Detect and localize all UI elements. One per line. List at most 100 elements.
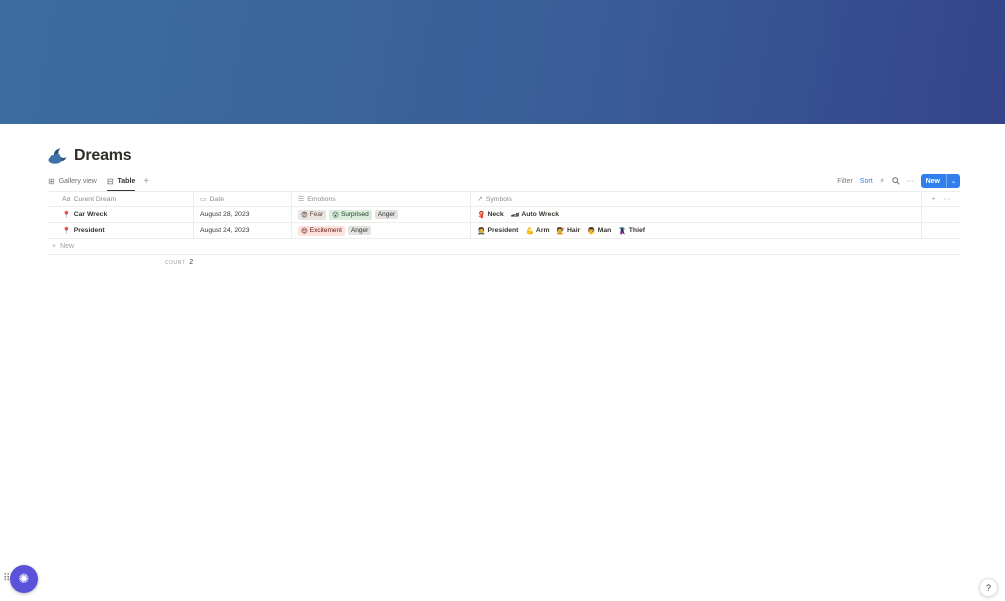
- table-row[interactable]: 📍 Car Wreck August 28, 2023 😨 Fear 😮 Sur…: [48, 207, 960, 223]
- column-header-symbols[interactable]: ↗ Symbols: [471, 192, 922, 206]
- view-bar: ⊞ Gallery view ⊟ Table + Filter Sort ⚡ ·…: [48, 172, 960, 191]
- column-calculation[interactable]: COUNT 2: [165, 259, 193, 266]
- empty-cell[interactable]: [922, 223, 960, 238]
- symbol-label: Man: [597, 227, 612, 234]
- emotions-cell[interactable]: 😄 Excitement Anger: [292, 223, 471, 238]
- emotion-tag-label: Excitement: [309, 227, 342, 234]
- moon-cloud-icon[interactable]: [48, 146, 68, 166]
- dream-name[interactable]: President: [74, 227, 105, 234]
- empty-cell[interactable]: [922, 207, 960, 222]
- tab-gallery-view[interactable]: ⊞ Gallery view: [48, 172, 97, 191]
- pushpin-icon: 📍: [62, 227, 71, 235]
- page-cover[interactable]: [0, 0, 1005, 124]
- dream-date: August 24, 2023: [200, 227, 250, 234]
- column-label: Symbols: [485, 195, 512, 203]
- emotion-tag-label: Anger: [377, 211, 396, 218]
- symbol-link[interactable]: 💇 Hair: [557, 227, 581, 235]
- more-options-icon[interactable]: ···: [907, 178, 914, 185]
- emotion-tag[interactable]: 😨 Fear: [298, 209, 327, 220]
- symbol-link[interactable]: 👨 Man: [587, 227, 611, 235]
- emotion-tag[interactable]: 😮 Surprised: [329, 209, 372, 220]
- page-title[interactable]: Dreams: [74, 147, 132, 165]
- column-header-date[interactable]: ▭ Date: [194, 192, 292, 206]
- new-button[interactable]: New ⌄: [920, 174, 960, 188]
- column-header-emotions[interactable]: ☰ Emotions: [292, 192, 471, 206]
- symbol-label: Thief: [628, 227, 646, 234]
- emotion-tag[interactable]: Anger: [374, 210, 399, 219]
- automation-icon[interactable]: ⚡: [880, 177, 885, 185]
- grinning-face-icon: 😄: [301, 227, 308, 235]
- symbol-label: Arm: [535, 227, 550, 234]
- symbol-link[interactable]: 🏎 Auto Wreck: [511, 211, 559, 219]
- symbols-cell[interactable]: 🧣 Neck 🏎 Auto Wreck: [471, 207, 922, 222]
- tab-label: Table: [117, 177, 136, 185]
- column-actions: + ···: [922, 192, 960, 206]
- table-row[interactable]: 📍 President August 24, 2023 😄 Excitement…: [48, 223, 960, 239]
- database-table: Aa Curent Dream ▭ Date ☰ Emotions ↗ Symb…: [48, 191, 960, 255]
- neck-icon: 🧣: [477, 211, 486, 219]
- symbols-cell[interactable]: 🤵 President 💪 Arm 💇 Hair 👨 Man 🦹 Thief: [471, 223, 922, 238]
- symbol-label: Hair: [567, 227, 581, 234]
- symbol-link[interactable]: 🤵 President: [477, 227, 518, 235]
- flexed-arm-icon: 💪: [525, 227, 534, 235]
- plus-icon: +: [52, 243, 57, 250]
- symbol-link[interactable]: 💪 Arm: [525, 227, 549, 235]
- filter-button[interactable]: Filter: [837, 178, 853, 185]
- thief-icon: 🦹: [618, 227, 627, 235]
- tab-table[interactable]: ⊟ Table: [106, 172, 136, 191]
- relation-arrow-icon: ↗: [477, 196, 483, 203]
- page-header: Dreams: [48, 146, 132, 166]
- gallery-icon: ⊞: [48, 177, 55, 186]
- sparkle-icon: ✺: [18, 571, 30, 586]
- car-icon: 🏎: [510, 211, 520, 219]
- calc-label: COUNT: [165, 259, 186, 266]
- dream-name-cell[interactable]: 📍 Car Wreck: [48, 207, 194, 222]
- symbol-label: President: [487, 227, 519, 234]
- emotion-tag[interactable]: 😄 Excitement: [298, 225, 345, 236]
- help-button[interactable]: ?: [979, 578, 998, 597]
- symbol-label: Neck: [487, 211, 504, 218]
- new-row-label: New: [60, 243, 75, 250]
- dream-name[interactable]: Car Wreck: [74, 211, 108, 218]
- symbol-link[interactable]: 🧣 Neck: [477, 211, 504, 219]
- surprised-face-icon: 😮: [332, 211, 339, 219]
- dream-date: August 28, 2023: [200, 211, 250, 218]
- hair-icon: 💇: [556, 227, 565, 235]
- emotion-tag-label: Surprised: [340, 211, 369, 218]
- column-label: Emotions: [307, 195, 336, 203]
- column-header-current-dream[interactable]: Aa Curent Dream: [48, 192, 194, 206]
- calc-value: 2: [189, 259, 194, 266]
- date-cell[interactable]: August 24, 2023: [194, 223, 292, 238]
- emotions-cell[interactable]: 😨 Fear 😮 Surprised Anger: [292, 207, 471, 222]
- add-new-row-button[interactable]: + New: [48, 239, 960, 255]
- new-button-label[interactable]: New: [921, 174, 946, 188]
- text-type-icon: Aa: [62, 195, 71, 203]
- fearful-face-icon: 😨: [301, 211, 308, 219]
- database-toolbar: Filter Sort ⚡ ··· New ⌄: [837, 174, 960, 188]
- emotion-tag[interactable]: Anger: [347, 226, 372, 235]
- help-label: ?: [985, 582, 991, 593]
- add-view-icon[interactable]: +: [143, 176, 149, 187]
- table-icon: ⊟: [106, 176, 114, 186]
- calendar-icon: ▭: [200, 196, 207, 203]
- list-icon: ☰: [298, 196, 305, 203]
- chevron-down-icon[interactable]: ⌄: [945, 174, 960, 188]
- tab-label: Gallery view: [58, 178, 97, 185]
- emotion-tag-label: Anger: [350, 227, 369, 234]
- sort-button[interactable]: Sort: [860, 178, 873, 185]
- date-cell[interactable]: August 28, 2023: [194, 207, 292, 222]
- dream-name-cell[interactable]: 📍 President: [48, 223, 194, 238]
- column-label: Date: [209, 195, 224, 203]
- man-icon: 👨: [587, 227, 596, 235]
- pushpin-icon: 📍: [62, 211, 71, 219]
- assistant-fab-button[interactable]: ✺: [10, 565, 38, 593]
- president-icon: 🤵: [477, 227, 486, 235]
- search-icon[interactable]: [891, 177, 900, 185]
- more-options-icon[interactable]: ···: [944, 196, 951, 203]
- emotion-tag-label: Fear: [309, 211, 324, 218]
- add-column-icon[interactable]: +: [931, 196, 935, 203]
- symbol-link[interactable]: 🦹 Thief: [618, 227, 645, 235]
- column-label: Curent Dream: [73, 195, 117, 203]
- table-header-row: Aa Curent Dream ▭ Date ☰ Emotions ↗ Symb…: [48, 191, 960, 207]
- symbol-label: Auto Wreck: [521, 211, 560, 218]
